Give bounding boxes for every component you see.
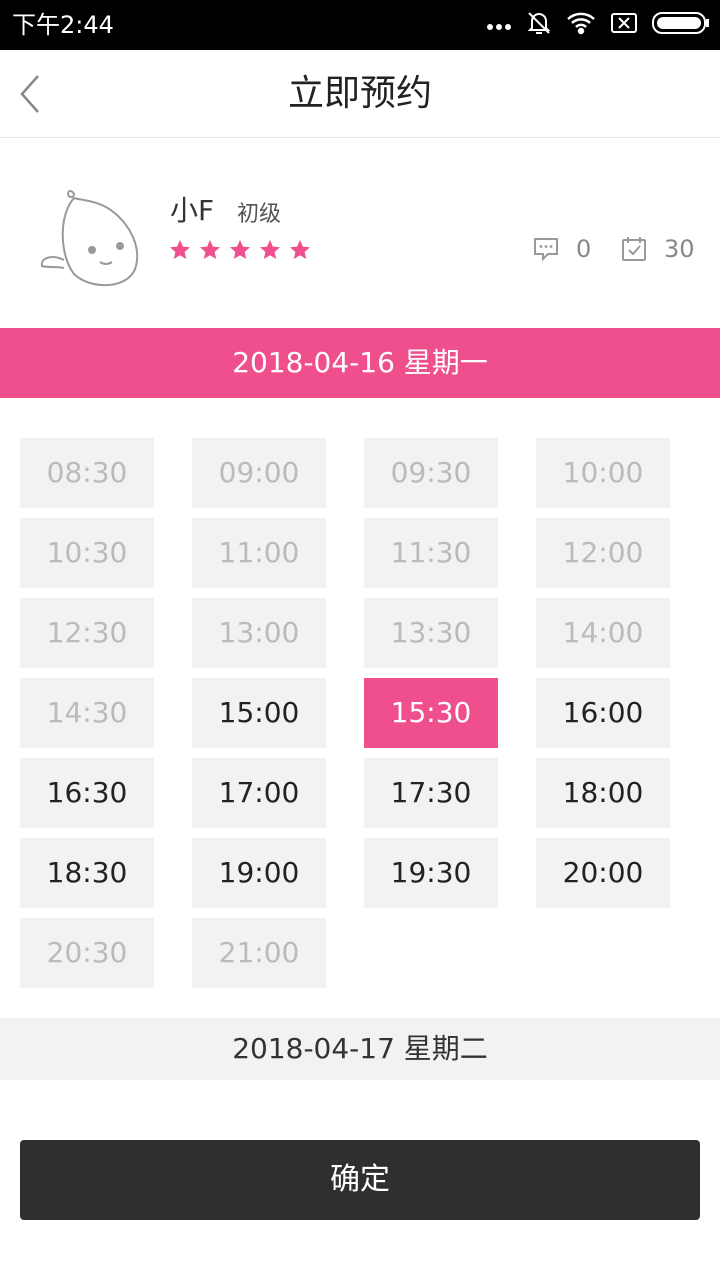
time-slot: 12:30 [20, 598, 154, 668]
time-slot: 14:30 [20, 678, 154, 748]
calendar-check-icon [622, 237, 646, 261]
time-slot[interactable]: 16:30 [20, 758, 154, 828]
star-icon [288, 238, 312, 266]
star-icon [258, 238, 282, 266]
tutor-card: 小F 初级 0 30 [0, 138, 720, 328]
status-time: 下午2:44 [12, 11, 114, 39]
time-slot: 11:30 [364, 518, 498, 588]
time-slot[interactable]: 15:30 [364, 678, 498, 748]
tutor-level: 初级 [237, 202, 282, 227]
rating-stars [168, 238, 312, 266]
time-slot: 20:30 [20, 918, 154, 988]
time-slot[interactable]: 18:00 [536, 758, 670, 828]
avatar[interactable] [34, 186, 146, 294]
bell-off-icon [526, 10, 552, 40]
classes-count: 30 [664, 235, 695, 263]
classes-stat: 30 [620, 234, 695, 264]
more-dots-icon [486, 16, 512, 35]
confirm-button[interactable]: 确定 [20, 1140, 700, 1220]
time-slot: 10:30 [20, 518, 154, 588]
wifi-icon [566, 11, 596, 39]
time-slot: 09:30 [364, 438, 498, 508]
time-slot[interactable]: 15:00 [192, 678, 326, 748]
date-header-active[interactable]: 2018-04-16 星期一 [0, 328, 720, 398]
time-slot[interactable]: 17:00 [192, 758, 326, 828]
status-icons [486, 10, 710, 40]
comment-icon [534, 238, 558, 262]
time-slot: 13:00 [192, 598, 326, 668]
date-header-next[interactable]: 2018-04-17 星期二 [0, 1018, 720, 1080]
time-slot: 21:00 [192, 918, 326, 988]
battery-icon [652, 11, 710, 39]
comments-stat: 0 [532, 234, 591, 264]
time-slot[interactable]: 19:30 [364, 838, 498, 908]
sim-x-icon [610, 12, 638, 38]
time-slot: 09:00 [192, 438, 326, 508]
tutor-name: 小F [170, 194, 215, 227]
time-slot: 10:00 [536, 438, 670, 508]
status-bar: 下午2:44 [0, 0, 720, 50]
time-slot-grid: 08:30 09:00 09:30 10:00 10:30 11:00 11:30 12:00… [20, 438, 700, 988]
page-title: 立即预约 [287, 73, 432, 114]
star-icon [198, 238, 222, 266]
time-slot[interactable]: 20:00 [536, 838, 670, 908]
star-icon [168, 238, 192, 266]
time-slot: 12:00 [536, 518, 670, 588]
nav-header: 立即预约 [0, 50, 720, 138]
time-slot[interactable]: 17:30 [364, 758, 498, 828]
comments-count: 0 [576, 235, 592, 263]
time-slot[interactable]: 16:00 [536, 678, 670, 748]
time-slot: 08:30 [20, 438, 154, 508]
time-slot: 14:00 [536, 598, 670, 668]
time-slot[interactable]: 19:00 [192, 838, 326, 908]
time-slot[interactable]: 18:30 [20, 838, 154, 908]
time-slot: 13:30 [364, 598, 498, 668]
star-icon [228, 238, 252, 266]
time-slot: 11:00 [192, 518, 326, 588]
